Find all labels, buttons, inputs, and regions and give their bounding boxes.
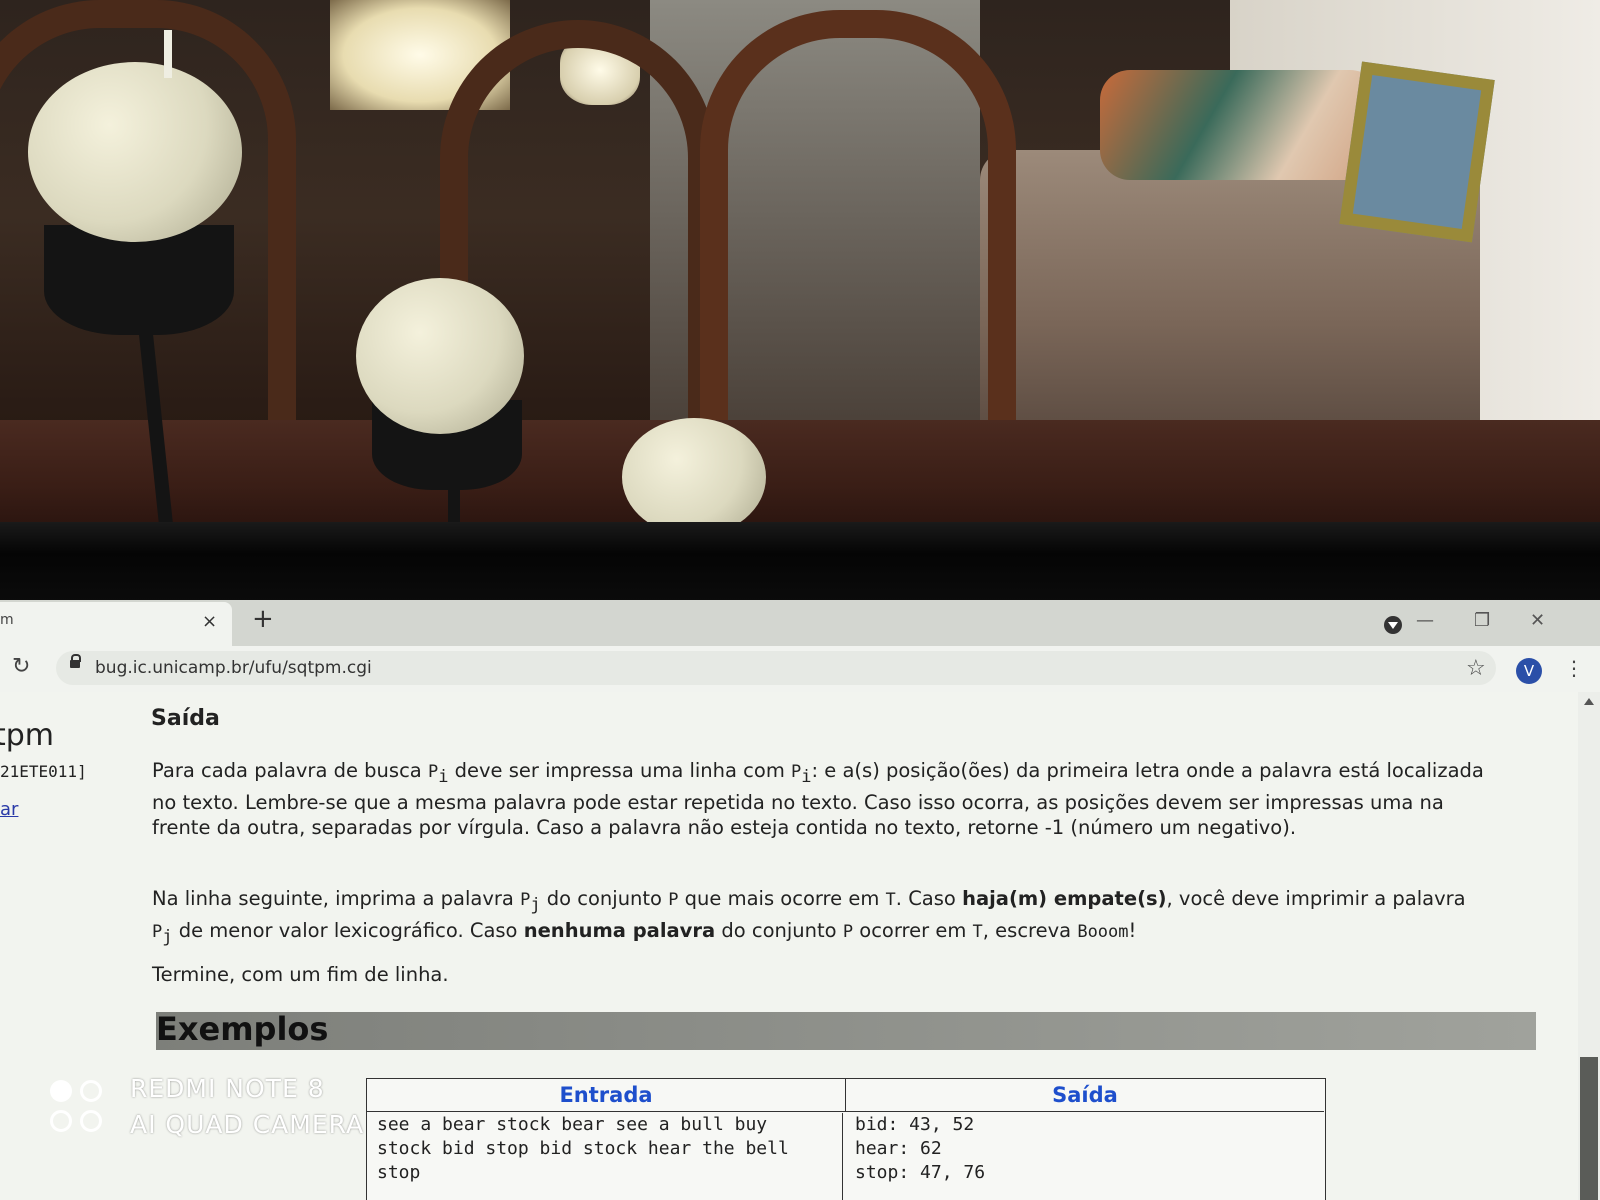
- sidebar-title: tpm: [0, 718, 55, 753]
- vertical-scrollbar[interactable]: [1578, 692, 1600, 1200]
- examples-heading-bar: Exemplos: [156, 1010, 1536, 1050]
- section-heading-output: Saída: [151, 706, 220, 731]
- bookmark-star-icon[interactable]: ☆: [1466, 656, 1486, 681]
- reload-icon[interactable]: ↻: [12, 654, 30, 679]
- table-header-output: Saída: [846, 1079, 1324, 1112]
- restore-button[interactable]: ❐: [1474, 610, 1490, 631]
- wooden-table: [0, 420, 1600, 530]
- scrollbar-thumb[interactable]: [1580, 1057, 1598, 1200]
- pillow: [1100, 70, 1380, 180]
- tab-close-icon[interactable]: ×: [202, 611, 217, 632]
- candle-ball: [28, 62, 242, 242]
- examples-heading: Exemplos: [156, 1010, 329, 1048]
- lock-icon[interactable]: [70, 654, 81, 668]
- camera-watermark: REDMI NOTE 8 AI QUAD CAMERA: [50, 1074, 380, 1150]
- paragraph-end-line: Termine, com um fim de linha.: [152, 963, 449, 986]
- minimize-button[interactable]: —: [1416, 610, 1434, 631]
- tab-active[interactable]: m ×: [0, 602, 232, 646]
- table-header-input: Entrada: [367, 1079, 846, 1112]
- candle-wick: [164, 30, 172, 78]
- watermark-model: REDMI NOTE 8: [130, 1074, 325, 1103]
- browser-toolbar: ↻ bug.ic.unicamp.br/ufu/sqtpm.cgi ☆ V ⋮: [0, 646, 1600, 693]
- url-text[interactable]: bug.ic.unicamp.br/ufu/sqtpm.cgi: [95, 658, 372, 678]
- tab-title: m: [0, 612, 14, 628]
- picture-frame: [1339, 61, 1495, 243]
- profile-avatar[interactable]: V: [1516, 658, 1542, 684]
- download-icon[interactable]: [1384, 616, 1402, 634]
- candle-ball: [356, 278, 524, 434]
- scroll-up-arrow-icon[interactable]: [1584, 698, 1594, 705]
- browser-menu-icon[interactable]: ⋮: [1564, 656, 1584, 680]
- chair-back: [700, 10, 1016, 468]
- paragraph-output-format: Para cada palavra de busca Pi deve ser i…: [152, 759, 1484, 839]
- candle-ball: [622, 418, 766, 536]
- example-output-cell: bid: 43, 52 hear: 62 stop: 47, 76: [855, 1114, 986, 1183]
- monitor-bezel: [0, 522, 1600, 602]
- paragraph-most-frequent: Na linha seguinte, imprima a palavra Pj …: [152, 887, 1466, 947]
- example-input-cell: see a bear stock bear see a bull buy sto…: [377, 1113, 843, 1200]
- tab-bar: m × + — ❐ ✕: [0, 600, 1600, 646]
- camera-logo-icon: [50, 1080, 110, 1144]
- background-photo: [0, 0, 1600, 540]
- examples-table: Entrada Saída see a bear stock bear see …: [366, 1078, 1326, 1200]
- watermark-camera: AI QUAD CAMERA: [130, 1110, 365, 1139]
- new-tab-button[interactable]: +: [252, 604, 274, 634]
- sidebar-link[interactable]: ar: [0, 799, 18, 820]
- sidebar-course-code: 21ETE011]: [0, 762, 87, 781]
- close-window-button[interactable]: ✕: [1530, 610, 1545, 631]
